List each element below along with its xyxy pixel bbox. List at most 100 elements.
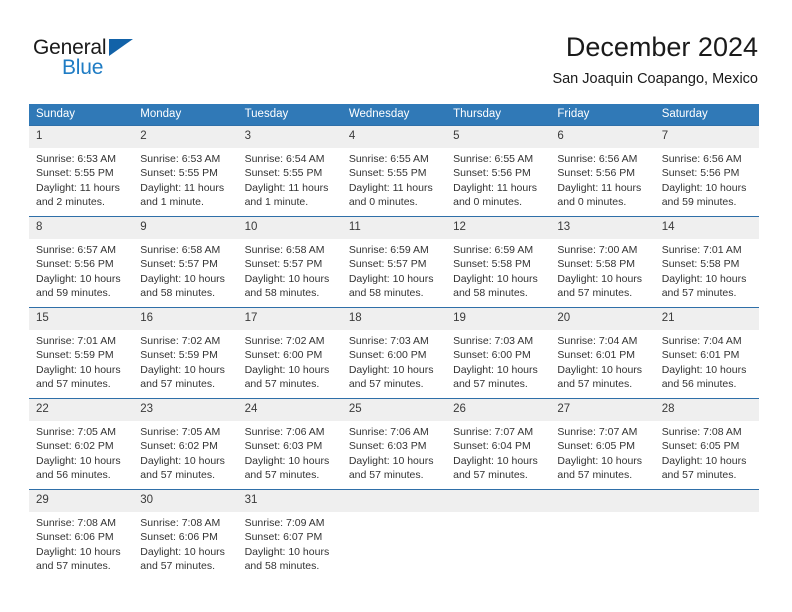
daylight-text-line2: and 58 minutes.	[140, 287, 215, 300]
calendar-day-cell[interactable]: 24 Sunrise: 7:06 AM Sunset: 6:03 PM Dayligh…	[237, 398, 342, 490]
day-details: Sunrise: 6:55 AM Sunset: 5:56 PM Daylight:…	[446, 148, 551, 216]
day-details	[654, 512, 759, 580]
daylight-text-line2: and 59 minutes.	[661, 196, 737, 209]
calendar-day-cell[interactable]: 22 Sunrise: 7:05 AM Sunset: 6:02 PM Dayligh…	[29, 398, 134, 490]
calendar-day-cell[interactable]: 16 Sunrise: 7:02 AM Sunset: 5:59 PM Dayligh…	[133, 307, 238, 399]
daylight-text-line1: Daylight: 10 hours	[244, 272, 330, 285]
calendar-day-cell[interactable]: 25 Sunrise: 7:06 AM Sunset: 6:03 PM Dayligh…	[341, 398, 447, 490]
calendar-day-cell[interactable]: 29 Sunrise: 7:08 AM Sunset: 6:06 PM Dayligh…	[29, 489, 134, 580]
calendar-day-cell[interactable]: 26 Sunrise: 7:07 AM Sunset: 6:04 PM Dayligh…	[446, 398, 551, 490]
sunrise-text: Sunrise: 6:55 AM	[348, 153, 429, 165]
sunset-text: Sunset: 6:02 PM	[36, 440, 114, 453]
weekday-header-sunday: Sunday	[29, 104, 134, 126]
logo-text-blue: Blue	[62, 56, 104, 79]
daylight-text-line2: and 57 minutes.	[453, 469, 528, 482]
daylight-text-line1: Daylight: 10 hours	[36, 454, 121, 467]
sunset-text: Sunset: 6:03 PM	[348, 440, 427, 453]
day-details: Sunrise: 7:01 AM Sunset: 5:58 PM Daylight:…	[654, 239, 759, 307]
day-number: 7	[654, 126, 759, 148]
calendar-day-cell[interactable]: 27 Sunrise: 7:07 AM Sunset: 6:05 PM Dayligh…	[550, 398, 655, 490]
day-number: 28	[654, 399, 759, 421]
sunrise-text: Sunrise: 7:08 AM	[661, 426, 742, 438]
daylight-text-line1: Daylight: 10 hours	[348, 272, 434, 285]
calendar-day-cell[interactable]: 8 Sunrise: 6:57 AM Sunset: 5:56 PM Daylight…	[29, 216, 134, 308]
day-number: 22	[29, 399, 134, 421]
calendar-day-cell[interactable]: 1 Sunrise: 6:53 AM Sunset: 5:55 PM Daylight…	[29, 125, 134, 217]
daylight-text-line2: and 57 minutes.	[36, 560, 111, 573]
calendar-day-cell[interactable]: 15 Sunrise: 7:01 AM Sunset: 5:59 PM Dayligh…	[29, 307, 134, 399]
day-number: 19	[446, 308, 551, 330]
daylight-text-line2: and 57 minutes.	[557, 469, 633, 482]
daylight-text-line1: Daylight: 10 hours	[140, 545, 225, 558]
calendar-day-cell[interactable]: 23 Sunrise: 7:05 AM Sunset: 6:02 PM Dayligh…	[133, 398, 238, 490]
calendar-day-cell[interactable]: 28 Sunrise: 7:08 AM Sunset: 6:05 PM Dayligh…	[654, 398, 759, 490]
daylight-text-line1: Daylight: 10 hours	[140, 272, 225, 285]
daylight-text-line2: and 57 minutes.	[661, 287, 737, 300]
calendar-day-cell[interactable]: 21 Sunrise: 7:04 AM Sunset: 6:01 PM Dayligh…	[654, 307, 759, 399]
day-number	[446, 490, 551, 512]
daylight-text-line2: and 57 minutes.	[244, 469, 320, 482]
daylight-text-line1: Daylight: 11 hours	[348, 181, 433, 194]
calendar-day-cell[interactable]: 2 Sunrise: 6:53 AM Sunset: 5:55 PM Daylight…	[133, 125, 238, 217]
sunrise-text: Sunrise: 6:58 AM	[244, 244, 325, 256]
calendar-day-cell[interactable]: 3 Sunrise: 6:54 AM Sunset: 5:55 PM Daylight…	[237, 125, 342, 217]
daylight-text-line2: and 57 minutes.	[140, 469, 215, 482]
day-details: Sunrise: 7:02 AM Sunset: 6:00 PM Daylight:…	[237, 330, 342, 398]
calendar-day-cell[interactable]: 19 Sunrise: 7:03 AM Sunset: 6:00 PM Dayligh…	[446, 307, 551, 399]
day-details: Sunrise: 7:09 AM Sunset: 6:07 PM Daylight:…	[237, 512, 342, 580]
sunset-text: Sunset: 5:58 PM	[557, 258, 636, 271]
daylight-text-line1: Daylight: 10 hours	[453, 363, 538, 376]
calendar-day-cell[interactable]: 13 Sunrise: 7:00 AM Sunset: 5:58 PM Dayligh…	[550, 216, 655, 308]
sunrise-text: Sunrise: 7:07 AM	[453, 426, 534, 438]
calendar-day-cell[interactable]: 4 Sunrise: 6:55 AM Sunset: 5:55 PM Daylight…	[341, 125, 447, 217]
calendar-day-cell-empty	[550, 489, 655, 580]
calendar-day-cell[interactable]: 17 Sunrise: 7:02 AM Sunset: 6:00 PM Dayligh…	[237, 307, 342, 399]
calendar-day-cell[interactable]: 9 Sunrise: 6:58 AM Sunset: 5:57 PM Daylight…	[133, 216, 238, 308]
generalblue-logo[interactable]: General Blue	[33, 36, 163, 82]
weekday-header-row: Sunday Monday Tuesday Wednesday Thursday…	[29, 104, 759, 126]
calendar-day-cell[interactable]: 5 Sunrise: 6:55 AM Sunset: 5:56 PM Daylight…	[446, 125, 551, 217]
calendar-day-cell[interactable]: 18 Sunrise: 7:03 AM Sunset: 6:00 PM Dayligh…	[341, 307, 447, 399]
sunset-text: Sunset: 6:00 PM	[348, 349, 427, 362]
calendar-day-cell[interactable]: 12 Sunrise: 6:59 AM Sunset: 5:58 PM Dayligh…	[446, 216, 551, 308]
day-details: Sunrise: 6:55 AM Sunset: 5:55 PM Daylight:…	[341, 148, 447, 216]
calendar-day-cell[interactable]: 31 Sunrise: 7:09 AM Sunset: 6:07 PM Dayligh…	[237, 489, 342, 580]
calendar-day-cell[interactable]: 30 Sunrise: 7:08 AM Sunset: 6:06 PM Dayligh…	[133, 489, 238, 580]
day-details: Sunrise: 7:06 AM Sunset: 6:03 PM Daylight:…	[341, 421, 447, 489]
day-number: 16	[133, 308, 238, 330]
sunrise-text: Sunrise: 7:01 AM	[661, 244, 742, 256]
calendar-day-cell[interactable]: 20 Sunrise: 7:04 AM Sunset: 6:01 PM Dayligh…	[550, 307, 655, 399]
daylight-text-line2: and 58 minutes.	[244, 560, 320, 573]
day-details: Sunrise: 6:59 AM Sunset: 5:57 PM Daylight:…	[341, 239, 447, 307]
daylight-text-line1: Daylight: 10 hours	[661, 272, 747, 285]
sunset-text: Sunset: 6:05 PM	[557, 440, 636, 453]
day-number: 4	[341, 126, 447, 148]
weekday-header-saturday: Saturday	[654, 104, 759, 126]
sunrise-text: Sunrise: 7:05 AM	[36, 426, 116, 438]
day-details: Sunrise: 7:08 AM Sunset: 6:05 PM Daylight:…	[654, 421, 759, 489]
sunset-text: Sunset: 5:56 PM	[453, 167, 531, 180]
daylight-text-line1: Daylight: 10 hours	[557, 363, 643, 376]
calendar-day-cell[interactable]: 11 Sunrise: 6:59 AM Sunset: 5:57 PM Dayligh…	[341, 216, 447, 308]
calendar-day-cell[interactable]: 7 Sunrise: 6:56 AM Sunset: 5:56 PM Daylight…	[654, 125, 759, 217]
calendar-day-cell-empty	[341, 489, 447, 580]
calendar-day-cell[interactable]: 6 Sunrise: 6:56 AM Sunset: 5:56 PM Daylight…	[550, 125, 655, 217]
calendar-week-row: 22 Sunrise: 7:05 AM Sunset: 6:02 PM Dayligh…	[29, 398, 759, 490]
daylight-text-line2: and 57 minutes.	[140, 378, 215, 391]
day-details: Sunrise: 7:08 AM Sunset: 6:06 PM Daylight:…	[29, 512, 134, 580]
daylight-text-line2: and 0 minutes.	[453, 196, 523, 209]
sunrise-text: Sunrise: 6:56 AM	[661, 153, 742, 165]
calendar-day-cell[interactable]: 14 Sunrise: 7:01 AM Sunset: 5:58 PM Dayligh…	[654, 216, 759, 308]
sunrise-text: Sunrise: 7:09 AM	[244, 517, 325, 529]
day-details: Sunrise: 7:04 AM Sunset: 6:01 PM Daylight:…	[654, 330, 759, 398]
daylight-text-line2: and 59 minutes.	[36, 287, 111, 300]
weekday-header-thursday: Thursday	[446, 104, 551, 126]
daylight-text-line2: and 57 minutes.	[244, 378, 320, 391]
sunset-text: Sunset: 6:06 PM	[36, 531, 114, 544]
day-details: Sunrise: 7:06 AM Sunset: 6:03 PM Daylight:…	[237, 421, 342, 489]
calendar-day-cell[interactable]: 10 Sunrise: 6:58 AM Sunset: 5:57 PM Dayligh…	[237, 216, 342, 308]
day-number: 11	[341, 217, 447, 239]
daylight-text-line1: Daylight: 11 hours	[557, 181, 642, 194]
sunrise-text: Sunrise: 6:59 AM	[348, 244, 429, 256]
day-details	[550, 512, 655, 580]
